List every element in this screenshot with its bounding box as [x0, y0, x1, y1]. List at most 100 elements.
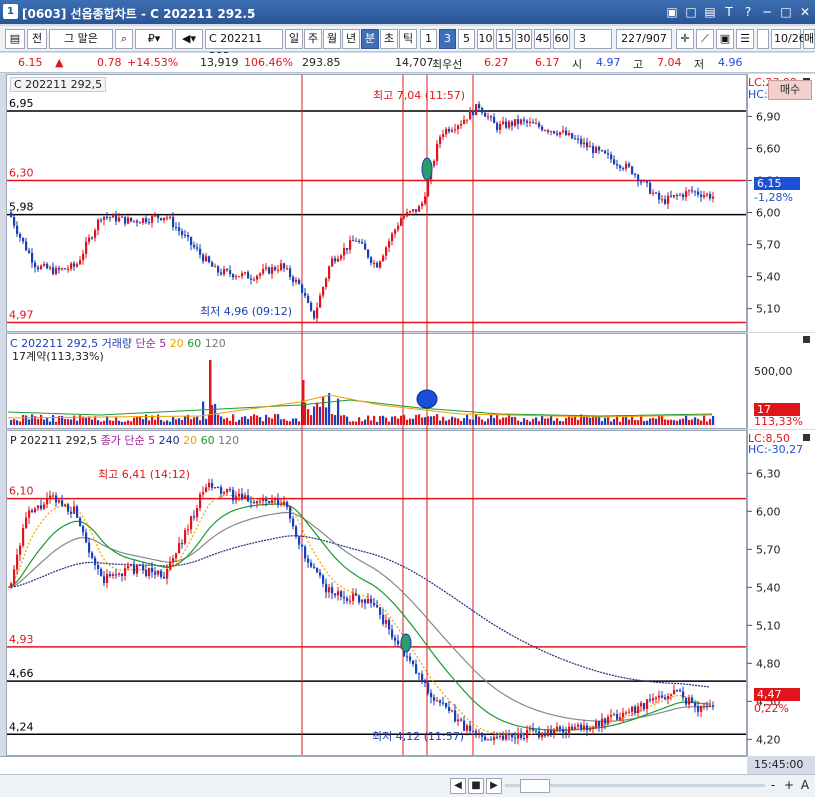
put-candle: [25, 517, 28, 529]
call-candle: [679, 194, 682, 196]
put-chart-title[interactable]: P 202211 292,5 종가 단순 5 240 20 60 120: [10, 432, 239, 448]
bottom-scrollbar[interactable]: ◀ ■ ▶ - + A: [0, 774, 815, 797]
volume-bar: [364, 419, 367, 425]
volume-bar: [37, 419, 40, 425]
call-candle: [580, 138, 583, 145]
stop-button[interactable]: ■: [468, 778, 484, 794]
volume-bar: [103, 420, 106, 425]
volume-bar: [241, 416, 244, 425]
put-candle: [316, 567, 319, 573]
put-candle: [361, 599, 364, 603]
call-candle: [514, 119, 517, 126]
put-candle: [199, 494, 202, 509]
call-candle: [703, 195, 706, 197]
volume-bar: [403, 414, 406, 425]
volume-bar: [457, 418, 460, 425]
call-candle: [358, 240, 361, 243]
call-candle: [511, 121, 514, 126]
put-candle: [703, 705, 706, 707]
call-candle: [394, 229, 397, 234]
call-candle: [370, 257, 373, 264]
call-candle: [598, 146, 601, 151]
call-candle: [448, 128, 451, 132]
volume-bar: [169, 421, 172, 425]
volume-bar: [388, 421, 391, 425]
volume-bar: [433, 416, 436, 425]
volume-bar: [268, 417, 271, 425]
call-candle: [289, 268, 292, 277]
call-candle: [181, 231, 184, 235]
volume-bar: [400, 415, 403, 425]
put-candle: [457, 719, 460, 722]
put-candle: [688, 697, 691, 705]
volume-bar: [466, 414, 469, 425]
volume-bar: [232, 414, 235, 425]
put-candle: [388, 620, 391, 630]
call-candle: [490, 116, 493, 118]
call-candle: [475, 104, 478, 116]
volume-bar: [346, 416, 349, 425]
volume-bar: [175, 419, 178, 425]
call-level-label: 6,95: [9, 97, 34, 110]
volume-marker-ellipse: [416, 389, 438, 409]
call-candle: [205, 256, 208, 262]
volume-bar: [127, 420, 130, 425]
put-candle: [547, 730, 550, 736]
call-chart-title[interactable]: C 202211 292,5: [10, 77, 107, 92]
volume-bar: [709, 418, 712, 425]
volume-bar: [280, 419, 283, 425]
put-candle: [106, 574, 109, 583]
volume-bar: [691, 419, 694, 425]
volume-bar: [544, 418, 547, 425]
call-candle: [10, 212, 13, 218]
call-candle: [604, 150, 607, 154]
call-candle: [352, 240, 355, 242]
ma20-line: [7, 494, 711, 736]
call-candle: [373, 262, 376, 264]
volume-bar: [568, 415, 571, 425]
volume-bar: [139, 416, 142, 425]
call-candle: [547, 130, 550, 132]
put-candle: [373, 602, 376, 606]
put-candle: [34, 508, 37, 513]
scroll-thumb[interactable]: [520, 779, 550, 793]
call-candle: [700, 194, 703, 197]
buy-button[interactable]: 매수: [768, 80, 812, 100]
call-candle: [400, 218, 403, 226]
call-candle: [142, 218, 145, 223]
put-candle: [670, 694, 673, 696]
put-candle: [151, 567, 154, 573]
scroll-right-button[interactable]: ▶: [486, 778, 502, 794]
put-candle: [292, 518, 295, 527]
call-candle: [451, 130, 454, 132]
volume-bar: [391, 416, 394, 425]
call-candle: [388, 241, 391, 248]
volume-bar: [259, 417, 262, 425]
zoom-in-button[interactable]: +: [782, 778, 796, 794]
call-candle: [157, 215, 160, 219]
put-candle: [226, 489, 229, 493]
call-candle: [478, 104, 481, 109]
volume-bar: [370, 420, 373, 425]
scroll-left-button[interactable]: ◀: [450, 778, 466, 794]
volume-bar: [316, 402, 319, 425]
volume-bar: [706, 421, 709, 425]
zoom-out-button[interactable]: -: [766, 778, 780, 794]
put-candle: [271, 500, 274, 503]
call-candle: [367, 249, 370, 258]
volume-bar: [283, 418, 286, 425]
put-candle: [610, 715, 613, 717]
auto-scale-button[interactable]: A: [798, 778, 812, 794]
put-candle: [604, 718, 607, 724]
volume-bar: [142, 419, 145, 425]
volume-bar: [607, 416, 610, 425]
put-candle: [214, 487, 217, 489]
call-candle: [112, 214, 115, 218]
volume-bar: [469, 419, 472, 425]
call-candle: [343, 248, 346, 256]
volume-bar: [667, 419, 670, 425]
volume-bar: [286, 420, 289, 425]
volume-bar: [97, 420, 100, 425]
volume-bar: [253, 414, 256, 425]
put-candle: [355, 593, 358, 596]
